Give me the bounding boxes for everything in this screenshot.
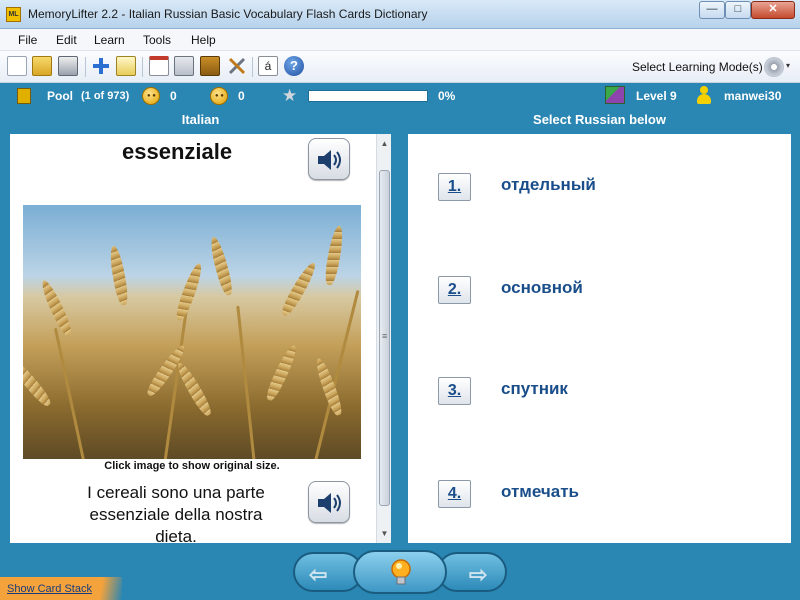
edit-icon[interactable] (116, 56, 136, 76)
choice-2-text[interactable]: основной (501, 278, 583, 298)
star-icon: ★ (282, 86, 298, 105)
answer-column-header: Select Russian below (533, 112, 666, 127)
level-label: Level 9 (636, 89, 677, 103)
question-column-header: Italian (181, 112, 220, 127)
settings-tools-icon[interactable] (227, 56, 247, 76)
lightbulb-icon (391, 559, 411, 585)
choice-3-text[interactable]: спутник (501, 379, 568, 399)
level-icon (605, 86, 625, 104)
wheat-image[interactable] (23, 205, 361, 459)
username[interactable]: manwei30 (724, 89, 781, 103)
toolbar-separator (85, 57, 86, 77)
image-caption: Click image to show original size. (104, 460, 280, 472)
scroll-up-arrow[interactable]: ▲ (377, 136, 392, 151)
example-sentence: I cereali sono una parte essenziale dell… (87, 483, 265, 546)
gear-icon[interactable] (764, 57, 784, 77)
status-bar: Pool (1 of 973) ● ● 0 ● ● 0 ★ 0% Level 9… (0, 83, 800, 109)
progress-bar (308, 90, 428, 102)
choice-2-button[interactable]: 2. (438, 276, 471, 304)
speaker-icon (318, 493, 341, 513)
play-word-audio-button[interactable] (308, 138, 350, 180)
character-map-icon[interactable]: á (258, 56, 278, 76)
title-bar: ML MemoryLifter 2.2 - Italian Russian Ba… (0, 0, 800, 29)
menu-edit[interactable]: Edit (56, 33, 77, 47)
chevron-down-icon[interactable]: ▾ (786, 61, 790, 70)
happy-face-icon: ● ● (142, 87, 160, 105)
learning-mode-label[interactable]: Select Learning Mode(s) (632, 60, 763, 74)
scroll-grip-icon: ≡ (382, 331, 388, 341)
answer-choices: 1. отдельный 2. основной 3. спутник 4. о… (408, 134, 791, 543)
question-card: essenziale Click image to show original … (10, 134, 391, 546)
window-title: MemoryLifter 2.2 - Italian Russian Basic… (28, 7, 428, 21)
menu-help[interactable]: Help (191, 33, 216, 47)
choice-4-button[interactable]: 4. (438, 480, 471, 508)
next-card-button[interactable]: ⇨ (437, 552, 507, 592)
dictionary-icon[interactable] (200, 56, 220, 76)
card-navigation: ⇦ ⇨ (293, 550, 507, 594)
minimize-button[interactable]: — (699, 1, 725, 19)
vertical-scrollbar[interactable]: ▲ ≡ ▼ (376, 134, 391, 543)
app-icon: ML (6, 7, 21, 22)
add-card-icon[interactable] (91, 56, 111, 76)
toolbar-separator (142, 57, 143, 77)
show-card-stack-link[interactable]: Show Card Stack (7, 583, 92, 595)
menu-bar: File Edit Learn Tools Help (0, 29, 800, 51)
hint-button[interactable] (353, 550, 447, 594)
pool-label: Pool (47, 89, 73, 103)
menu-learn[interactable]: Learn (94, 33, 125, 47)
help-icon[interactable]: ? (284, 56, 304, 76)
statistics-icon[interactable] (174, 56, 194, 76)
speaker-icon (318, 150, 341, 170)
choice-4-text[interactable]: отмечать (501, 482, 579, 502)
choice-3-button[interactable]: 3. (438, 377, 471, 405)
arrow-left-icon: ⇦ (309, 562, 328, 587)
scroll-down-arrow[interactable]: ▼ (377, 526, 392, 541)
progress-label: 0% (438, 89, 456, 103)
slideshow-icon[interactable] (149, 56, 169, 76)
choice-1-text[interactable]: отдельный (501, 175, 596, 195)
question-word: essenziale (122, 139, 233, 164)
print-icon[interactable] (58, 56, 78, 76)
arrow-right-icon: ⇨ (469, 562, 488, 587)
menu-tools[interactable]: Tools (143, 33, 171, 47)
toolbar-separator (252, 57, 253, 77)
maximize-button[interactable]: □ (725, 1, 751, 19)
wrong-count: 0 (238, 89, 245, 103)
open-icon[interactable] (32, 56, 52, 76)
sad-face-icon: ● ● (210, 87, 228, 105)
choice-1-button[interactable]: 1. (438, 173, 471, 201)
play-sentence-audio-button[interactable] (308, 481, 350, 523)
menu-file[interactable]: File (18, 33, 37, 47)
show-card-stack-tab[interactable]: Show Card Stack (0, 577, 122, 600)
new-icon[interactable] (7, 56, 27, 76)
close-button[interactable]: ✕ (751, 1, 795, 19)
user-icon (696, 86, 712, 104)
pool-icon (17, 88, 31, 104)
correct-count: 0 (170, 89, 177, 103)
pool-count: (1 of 973) (81, 90, 130, 102)
toolbar: á ? Select Learning Mode(s) ▾ (0, 51, 800, 83)
scroll-thumb[interactable]: ≡ (379, 170, 390, 506)
